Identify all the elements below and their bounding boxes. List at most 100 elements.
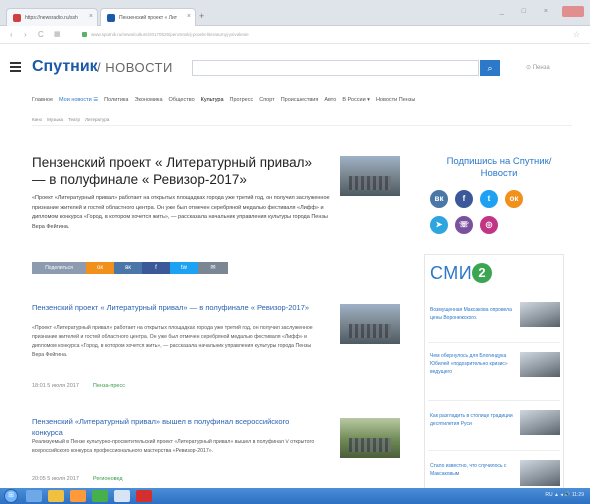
viber-icon[interactable]: ☏ [455, 216, 473, 234]
news-item-title[interactable]: Пензенский «Литературный привал» вышел в… [32, 416, 312, 438]
smi-item-image[interactable] [520, 410, 560, 435]
app-taskbar-icon[interactable] [114, 490, 130, 502]
twitter-icon[interactable]: t [480, 190, 498, 208]
browser-tab[interactable]: https://newsradio.ru/ssh × [6, 8, 98, 26]
address-bar-row: ‹ › C ▦ www.sputnik.ru/news/culture/2017… [0, 26, 590, 44]
smi-item[interactable]: Чем обернулось для Блогиндука Юбилей «по… [430, 352, 518, 376]
odnoklassniki-icon[interactable]: ок [505, 190, 523, 208]
share-email-button[interactable]: ✉ [198, 262, 228, 274]
divider [32, 125, 572, 126]
telegram-icon[interactable]: ➤ [430, 216, 448, 234]
close-icon[interactable]: × [89, 13, 93, 20]
reload-icon[interactable]: C [38, 30, 44, 39]
tab-label: Пензенский проект « Лит [119, 15, 178, 21]
smi-item[interactable]: Как разгладить в столице традиции десяти… [430, 412, 518, 428]
start-button[interactable]: ⊞ [4, 489, 18, 503]
menu-item[interactable]: Авто [324, 97, 336, 103]
smi-item-image[interactable] [520, 460, 560, 486]
breadcrumb-item[interactable]: Литература [85, 117, 109, 122]
search-input[interactable] [192, 60, 479, 76]
article-lead: «Проект «Литературный привал» работает н… [32, 195, 330, 230]
smi-item[interactable]: Возмущенная Максакова опровела цены Воро… [430, 306, 518, 322]
news-item-source[interactable]: Пенза-пресс [93, 383, 125, 389]
section-title: / НОВОСТИ [97, 60, 173, 75]
news-item-meta: 18:01 5 июля 2017 Пенза-пресс [32, 383, 125, 389]
smi-item-image[interactable] [520, 352, 560, 377]
category-menu: Главное Мои новости ☰ Политика Экономика Общ… [32, 97, 572, 109]
news-item-text: «Проект «Литературный привал» работает н… [32, 325, 313, 358]
news-item-text: Реализуемый в Пензе культурно-просветите… [32, 439, 315, 454]
menu-item[interactable]: Спорт [259, 97, 274, 103]
bookmark-star-icon[interactable]: ☆ [573, 30, 580, 39]
subscribe-title: Подпишись на Спутник/Новости [446, 156, 552, 179]
news-item-image[interactable] [340, 304, 400, 344]
close-icon[interactable]: × [187, 13, 191, 20]
breadcrumb: Кино Музыка Театр Литература [32, 117, 114, 122]
geo-location[interactable]: ⊙ Пенза [526, 64, 550, 71]
opera-taskbar-icon[interactable] [136, 490, 152, 502]
explorer-taskbar-icon[interactable] [26, 490, 42, 502]
share-twitter-button[interactable]: tw [170, 262, 198, 274]
sputnik-favicon-icon [107, 14, 115, 22]
forward-icon[interactable]: › [24, 30, 27, 39]
new-tab-button[interactable]: + [199, 11, 204, 21]
smi-item[interactable]: Стало известно, что случилось с Максаков… [430, 462, 518, 478]
vk-icon[interactable]: вк [430, 190, 448, 208]
url-input[interactable]: www.sputnik.ru/news/culture/20170526/pen… [74, 29, 564, 41]
share-bar: Поделиться ок вк f tw ✉ [32, 262, 228, 274]
breadcrumb-item[interactable]: Театр [68, 117, 80, 122]
chrome-taskbar-icon[interactable] [92, 490, 108, 502]
divider [428, 400, 560, 401]
search-button[interactable]: ⌕ [480, 60, 500, 76]
news-item-title[interactable]: Пензенский проект « Литературный привал»… [32, 302, 312, 313]
menu-item[interactable]: Происшествия [281, 97, 319, 103]
media-player-taskbar-icon[interactable] [70, 490, 86, 502]
share-vk-button[interactable]: вк [114, 262, 142, 274]
share-count: Поделиться [32, 262, 86, 274]
menu-item[interactable]: Новости Пензы [376, 97, 415, 103]
browser-tab-active[interactable]: Пензенский проект « Лит × [100, 8, 196, 26]
menu-item[interactable]: Политика [104, 97, 128, 103]
menu-item[interactable]: В России ▾ [342, 97, 370, 103]
site-favicon-icon [13, 14, 21, 22]
smi-item-image[interactable] [520, 302, 560, 327]
hamburger-menu-icon[interactable] [10, 62, 21, 74]
menu-item[interactable]: Прогресс [230, 97, 254, 103]
folder-taskbar-icon[interactable] [48, 490, 64, 502]
smi2-logo[interactable]: СМИ [430, 263, 472, 284]
divider [428, 342, 560, 343]
brand-logo[interactable]: Спутник [32, 58, 98, 76]
news-item-meta: 20:05 5 июля 2017 Регионовед [32, 476, 123, 482]
divider [428, 450, 560, 451]
menu-item[interactable]: Культура [201, 97, 224, 103]
news-item-source[interactable]: Регионовед [93, 476, 123, 482]
share-facebook-button[interactable]: f [142, 262, 170, 274]
breadcrumb-item[interactable]: Музыка [47, 117, 63, 122]
menu-item[interactable]: Экономика [135, 97, 163, 103]
article-title: Пензенский проект « Литературный привал»… [32, 155, 313, 187]
window-controls[interactable]: _ □ × [500, 8, 556, 15]
lock-icon [82, 32, 87, 38]
breadcrumb-item[interactable]: Кино [32, 117, 42, 122]
window-close-button[interactable] [562, 6, 584, 17]
home-icon[interactable]: ▦ [54, 30, 61, 38]
article-image[interactable] [340, 156, 400, 196]
smi2-logo-badge[interactable]: 2 [472, 263, 492, 283]
tab-label: https://newsradio.ru/ssh [25, 15, 78, 21]
news-item-image[interactable] [340, 418, 400, 458]
news-item-date: 20:05 5 июля 2017 [32, 476, 79, 482]
system-tray[interactable]: RU ▲ ◂ 🔊 11:29 [545, 492, 584, 498]
instagram-icon[interactable]: ◎ [480, 216, 498, 234]
menu-item[interactable]: Мои новости ☰ [59, 97, 98, 103]
url-text: www.sputnik.ru/news/culture/20170526/pen… [91, 32, 249, 37]
back-icon[interactable]: ‹ [10, 30, 13, 39]
facebook-icon[interactable]: f [455, 190, 473, 208]
browser-tab-bar: https://newsradio.ru/ssh × Пензенский пр… [0, 0, 590, 26]
search-icon: ⌕ [487, 63, 493, 73]
taskbar: ⊞ RU ▲ ◂ 🔊 11:29 [0, 488, 590, 504]
menu-item[interactable]: Главное [32, 97, 53, 103]
location-pin-icon: ⊙ [526, 65, 533, 71]
menu-item[interactable]: Общество [169, 97, 195, 103]
geo-label: Пенза [532, 65, 550, 71]
share-ok-button[interactable]: ок [86, 262, 114, 274]
